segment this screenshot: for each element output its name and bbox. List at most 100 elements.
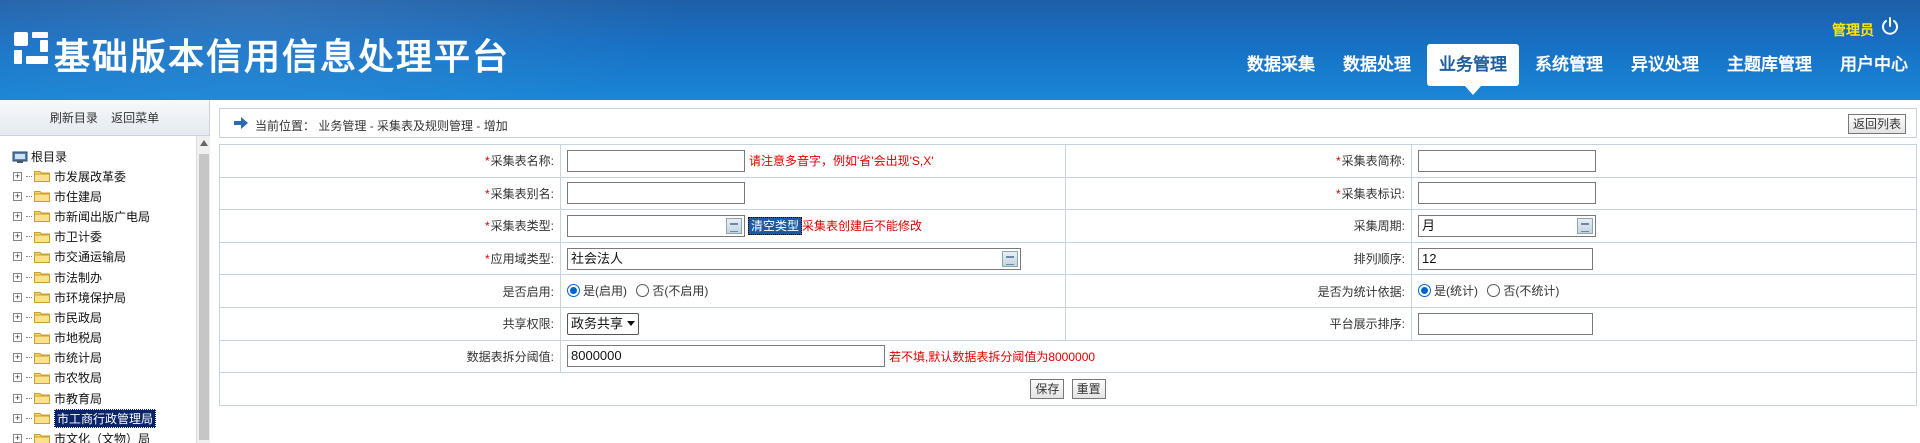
required-mark: * xyxy=(484,154,490,169)
expand-icon[interactable]: + xyxy=(13,353,22,363)
domain-picker[interactable]: 社会法人 xyxy=(567,247,1021,270)
period-label: 采集周期: xyxy=(1353,219,1405,234)
collection-table-form: *采集表名称: 请注意多音字，例如'省'会出现'S,X' *采集表简称: *采集… xyxy=(219,144,1917,406)
alias-label: 采集表别名: xyxy=(490,186,554,201)
table-name-label: 采集表名称: xyxy=(490,154,554,169)
enabled-no-radio[interactable]: 否(不启用) xyxy=(636,282,708,299)
clear-type-link[interactable]: 清空类型 xyxy=(748,217,803,236)
identifier-input[interactable] xyxy=(1418,182,1596,205)
nav-data-process[interactable]: 数据处理 xyxy=(1331,44,1423,86)
expand-icon[interactable]: + xyxy=(13,252,22,262)
tree-item[interactable]: + 市卫计委 xyxy=(0,227,195,247)
reset-button[interactable]: 重置 xyxy=(1071,378,1106,399)
type-hint: 采集表创建后不能修改 xyxy=(802,219,923,234)
tree-item[interactable]: + 市法制办 xyxy=(0,267,195,287)
folder-icon xyxy=(34,393,50,405)
expand-icon[interactable]: + xyxy=(13,312,22,322)
nav-business-manage[interactable]: 业务管理 xyxy=(1427,44,1519,95)
tree-item-label: 市住建局 xyxy=(54,189,103,204)
tree-item[interactable]: + 市教育局 xyxy=(0,388,195,408)
tree-item-label: 市发展改革委 xyxy=(54,169,127,184)
tree-item[interactable]: + 市发展改革委 xyxy=(0,166,195,186)
expand-icon[interactable]: + xyxy=(13,373,22,383)
scroll-up-icon[interactable] xyxy=(200,140,208,146)
main-content: 当前位置： 业务管理 - 采集表及规则管理 - 增加 返回列表 *采集表名称: … xyxy=(219,108,1917,406)
expand-icon[interactable]: + xyxy=(13,232,22,242)
picker-icon[interactable] xyxy=(726,217,742,234)
current-user[interactable]: 管理员 xyxy=(1832,20,1874,40)
back-menu-link[interactable]: 返回菜单 xyxy=(111,111,159,125)
expand-icon[interactable]: + xyxy=(13,413,22,423)
order-input[interactable]: 12 xyxy=(1418,247,1593,270)
table-name-input[interactable] xyxy=(567,149,745,172)
platform-order-input[interactable] xyxy=(1418,312,1593,335)
nav-data-collect[interactable]: 数据采集 xyxy=(1235,44,1327,86)
nav-theme-library[interactable]: 主题库管理 xyxy=(1715,44,1824,86)
expand-icon[interactable]: + xyxy=(13,211,22,221)
tree-item[interactable]: + 市交通运输局 xyxy=(0,247,195,267)
expand-icon[interactable]: + xyxy=(13,333,22,343)
domain-value: 社会法人 xyxy=(571,250,624,266)
period-picker[interactable]: 月 xyxy=(1418,214,1596,237)
expand-icon[interactable]: + xyxy=(13,272,22,282)
breadcrumb-prefix: 当前位置： xyxy=(255,119,316,133)
type-picker[interactable] xyxy=(567,214,745,237)
tree-item[interactable]: + 市工商行政管理局 xyxy=(0,408,195,428)
sidebar-toolbar: 刷新目录 返回菜单 xyxy=(0,100,209,136)
expand-icon[interactable]: + xyxy=(13,171,22,181)
expand-icon[interactable]: + xyxy=(13,434,22,443)
back-to-list-button[interactable]: 返回列表 xyxy=(1847,114,1906,134)
alias-input[interactable] xyxy=(567,182,745,205)
scroll-thumb[interactable] xyxy=(199,154,209,440)
refresh-tree-link[interactable]: 刷新目录 xyxy=(50,111,98,125)
expand-icon[interactable]: + xyxy=(13,393,22,403)
stat-yes-radio[interactable]: 是(统计) xyxy=(1418,282,1478,299)
breadcrumb-path: 业务管理 - 采集表及规则管理 - 增加 xyxy=(318,119,508,133)
tree-item[interactable]: + 市民政局 xyxy=(0,307,195,327)
tree-item[interactable]: + 市农牧局 xyxy=(0,368,195,388)
tree-root[interactable]: 根目录 xyxy=(0,148,195,166)
tree-item[interactable]: + 市环境保护局 xyxy=(0,287,195,307)
tree-item-label: 市卫计委 xyxy=(54,230,103,245)
stat-no-radio[interactable]: 否(不统计) xyxy=(1487,282,1559,299)
tree-item[interactable]: + 市住建局 xyxy=(0,186,195,206)
short-name-label: 采集表简称: xyxy=(1341,154,1405,169)
tree-item[interactable]: + 市新闻出版广电局 xyxy=(0,206,195,226)
arrow-right-icon xyxy=(234,117,248,129)
folder-icon xyxy=(34,251,50,263)
tree-item[interactable]: + 市统计局 xyxy=(0,348,195,368)
picker-icon[interactable] xyxy=(1002,250,1018,267)
split-threshold-label: 数据表拆分阈值: xyxy=(466,349,554,364)
enabled-yes-radio[interactable]: 是(启用) xyxy=(567,282,627,299)
tree-item[interactable]: + 市地税局 xyxy=(0,328,195,348)
sidebar-scrollbar[interactable] xyxy=(196,136,210,443)
required-mark: * xyxy=(484,219,490,234)
tree-item[interactable]: + 市文化（文物）局 xyxy=(0,428,195,443)
nav-user-center[interactable]: 用户中心 xyxy=(1828,44,1920,86)
share-select[interactable]: 政务共享 xyxy=(567,312,640,335)
folder-icon xyxy=(34,332,50,344)
app-title: 基础版本信用信息处理平台 xyxy=(54,37,511,78)
split-threshold-input[interactable]: 8000000 xyxy=(567,345,885,368)
breadcrumb: 当前位置： 业务管理 - 采集表及规则管理 - 增加 返回列表 xyxy=(219,108,1917,138)
folder-icon xyxy=(34,272,50,284)
nav-objection[interactable]: 异议处理 xyxy=(1619,44,1711,86)
expand-icon[interactable]: + xyxy=(13,191,22,201)
expand-icon[interactable]: + xyxy=(13,292,22,302)
folder-icon xyxy=(34,433,50,443)
stat-basis-label: 是否为统计依据: xyxy=(1317,284,1405,299)
save-button[interactable]: 保存 xyxy=(1030,378,1065,399)
app-header: 基础版本信用信息处理平台 管理员 数据采集 数据处理 业务管理 系统管理 异议处… xyxy=(0,0,1920,100)
sidebar: 刷新目录 返回菜单 根目录 + 市发展改革委 + 市住建局 + 市新闻出版广电局 + 市卫计委… xyxy=(0,100,210,443)
nav-system-manage[interactable]: 系统管理 xyxy=(1523,44,1615,86)
folder-icon xyxy=(34,191,50,203)
power-icon[interactable] xyxy=(1880,16,1900,36)
picker-icon[interactable] xyxy=(1577,217,1593,234)
required-mark: * xyxy=(484,252,490,267)
enabled-label: 是否启用: xyxy=(502,284,554,299)
short-name-input[interactable] xyxy=(1418,149,1596,172)
tree-item-label: 市文化（文物）局 xyxy=(54,432,151,443)
platform-order-label: 平台展示排序: xyxy=(1329,317,1405,332)
org-tree: 根目录 + 市发展改革委 + 市住建局 + 市新闻出版广电局 + 市卫计委 + 市交通运输局 + 市法… xyxy=(0,148,195,443)
identifier-label: 采集表标识: xyxy=(1341,186,1405,201)
